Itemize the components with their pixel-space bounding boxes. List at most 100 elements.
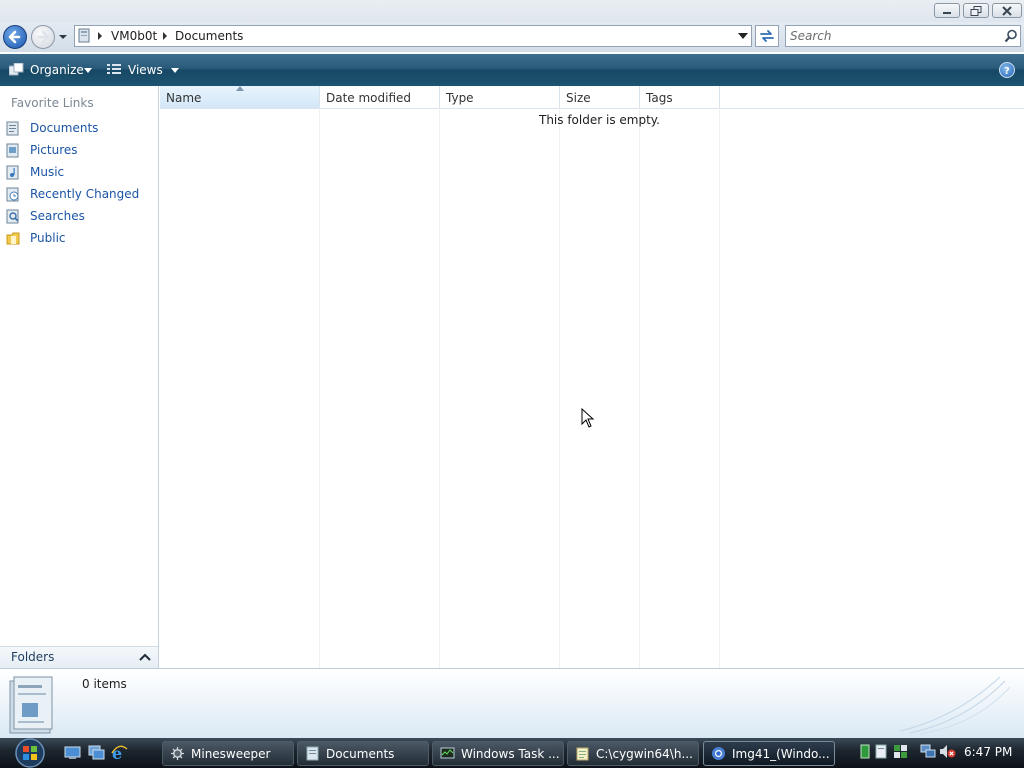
column-header-tags[interactable]: Tags [640,86,720,108]
tray-app-icon[interactable] [860,744,870,759]
navigation-pane: Favorite Links Documents Pictures Music … [0,86,159,668]
folders-toggle[interactable]: Folders [0,646,158,669]
column-header-row: Name Date modified Type Size Tags [160,86,1024,109]
nav-item-public[interactable]: Public [6,230,156,248]
documents-icon [6,121,19,136]
computer-location-icon [78,28,90,43]
details-pane: 0 items [0,668,1024,739]
nav-item-documents[interactable]: Documents [6,120,156,138]
start-button[interactable] [4,738,52,768]
breadcrumb-separator-icon [98,32,102,40]
notepad-icon [576,747,589,761]
tray-network-sharing-icon[interactable] [893,744,909,759]
folders-label: Folders [11,650,55,664]
refresh-button[interactable] [755,25,779,47]
search-input[interactable] [790,28,995,44]
command-toolbar: Organize Views ? [0,54,1024,86]
folder-icon [306,746,319,761]
volume-muted-icon[interactable] [939,744,956,759]
breadcrumb-separator-icon [163,32,167,40]
music-icon [6,165,19,180]
taskbar-button-label: Documents [326,747,395,761]
switch-windows-icon[interactable] [88,745,105,760]
column-divider [639,108,640,668]
taskbar-button-chrome[interactable]: Img41_(Windo... [703,741,835,766]
show-desktop-icon[interactable] [64,745,81,760]
chrome-icon [712,747,725,760]
clock[interactable]: 6:47 PM [964,745,1012,759]
refresh-icon [760,30,774,42]
pictures-icon [6,143,19,158]
search-icon[interactable] [1004,29,1018,43]
column-header-label: Type [446,91,474,105]
decorative-swoosh [899,676,1011,735]
forward-button[interactable] [31,25,55,49]
column-header-name[interactable]: Name [160,86,320,108]
nav-item-label: Recently Changed [30,187,140,201]
forward-arrow-icon [37,30,50,44]
chevron-down-icon [84,68,92,73]
help-button[interactable]: ? [999,62,1015,78]
nav-item-label: Searches [30,209,85,223]
close-icon [1002,6,1012,16]
close-window-button[interactable] [992,3,1022,18]
organize-icon [9,63,24,76]
empty-folder-message: This folder is empty. [539,113,660,127]
file-list-area[interactable] [160,108,1024,668]
taskbar-button-label: Windows Task ... [461,747,560,761]
nav-item-recently-changed[interactable]: Recently Changed [6,186,156,204]
favorite-links-header: Favorite Links [11,96,94,110]
address-bar[interactable]: VM0b0t Documents [74,25,752,47]
nav-item-pictures[interactable]: Pictures [6,142,156,160]
taskbar-button-minesweeper[interactable]: Minesweeper [162,741,294,766]
nav-item-searches[interactable]: Searches [6,208,156,226]
tray-document-icon[interactable] [875,744,887,759]
minimize-icon [943,12,951,14]
help-icon: ? [1004,66,1010,77]
column-header-type[interactable]: Type [440,86,560,108]
column-divider [319,108,320,668]
column-header-label: Name [166,91,202,105]
taskbar-button-notepad[interactable]: C:\cygwin64\h... [567,741,699,766]
breadcrumb-documents[interactable]: Documents [175,29,243,43]
nav-item-label: Public [30,231,66,245]
internet-explorer-icon[interactable]: e [111,744,128,761]
nav-item-label: Pictures [30,143,78,157]
column-divider [439,108,440,668]
back-button[interactable] [3,25,27,49]
sort-ascending-icon [236,86,244,91]
chevron-up-icon [139,653,151,661]
column-header-label: Date modified [326,91,412,105]
mouse-cursor-icon [581,408,595,428]
organize-label: Organize [30,63,84,77]
task-manager-icon [440,747,455,759]
column-divider [559,108,560,668]
views-icon [107,64,121,74]
recently-changed-icon [6,187,19,202]
searches-icon [6,209,19,224]
taskbar-button-label: C:\cygwin64\h... [596,747,693,761]
column-header-label: Size [566,91,591,105]
column-header-size[interactable]: Size [560,86,640,108]
address-history-dropdown-icon[interactable] [738,33,748,39]
column-header-date-modified[interactable]: Date modified [320,86,440,108]
breadcrumb-vm0b0t[interactable]: VM0b0t [111,29,157,43]
nav-item-label: Music [30,165,65,179]
taskbar-button-documents[interactable]: Documents [297,741,429,766]
item-count: 0 items [82,677,127,691]
search-box[interactable] [785,25,1021,47]
taskbar-button-label: Minesweeper [191,747,271,761]
taskbar-button-task-manager[interactable]: Windows Task ... [432,741,564,766]
views-button[interactable]: Views [104,60,184,80]
restore-button[interactable] [963,3,989,18]
recent-pages-dropdown[interactable] [57,31,69,43]
organize-button[interactable]: Organize [4,60,96,80]
title-bar [0,0,1024,22]
minimize-button[interactable] [934,3,960,18]
svg-text:?: ? [1004,66,1010,77]
chevron-down-icon [171,68,179,73]
public-folder-icon [6,232,20,245]
nav-item-music[interactable]: Music [6,164,156,182]
network-icon[interactable] [920,744,936,759]
column-divider [719,108,720,668]
